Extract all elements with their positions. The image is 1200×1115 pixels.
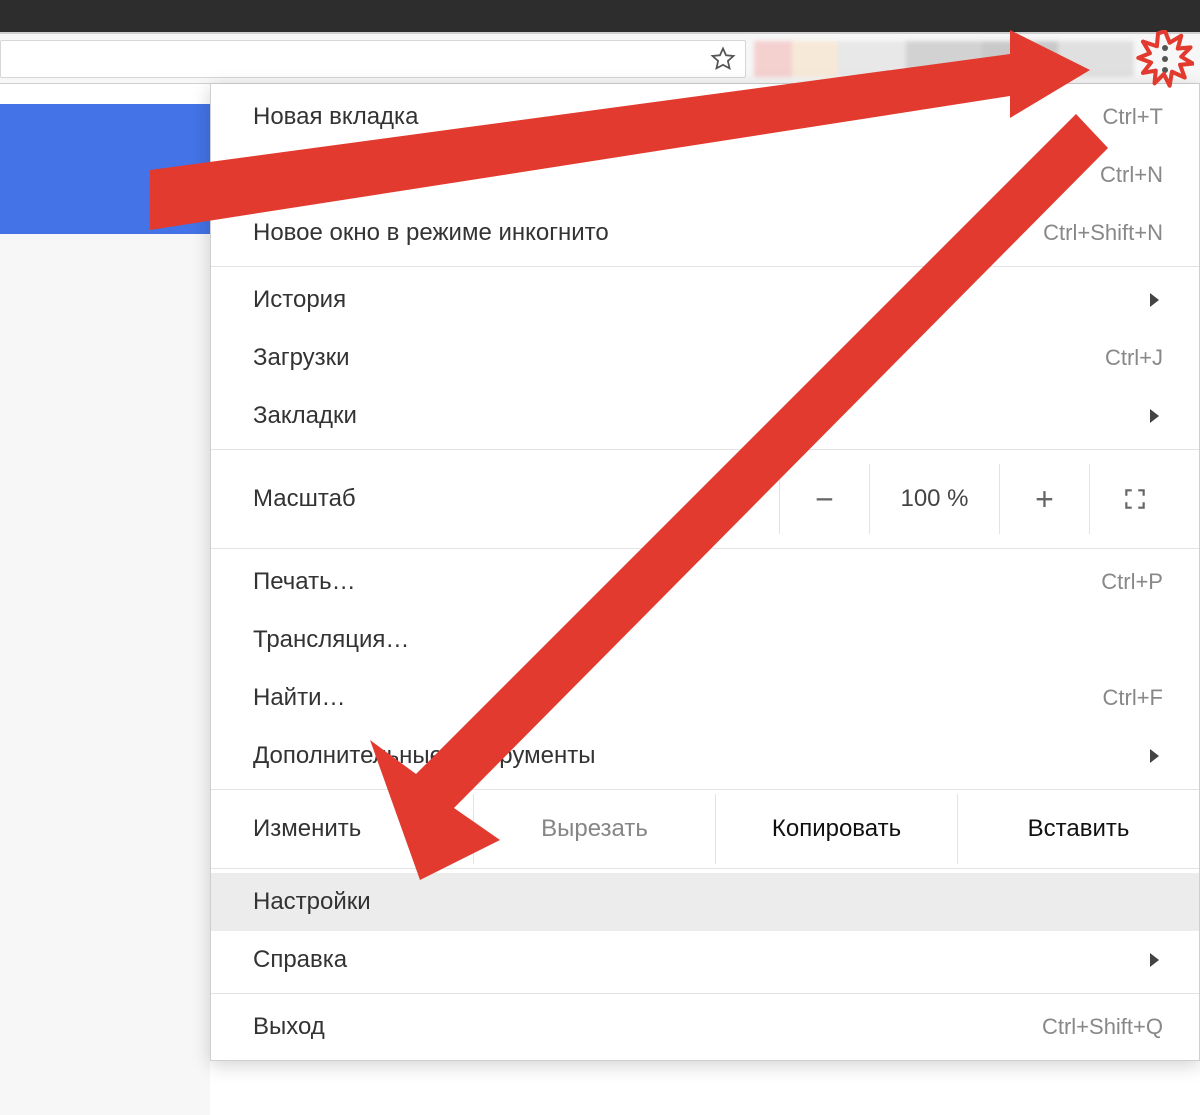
- menu-item-label: Трансляция…: [253, 626, 409, 654]
- menu-item-cast[interactable]: Трансляция…: [211, 611, 1199, 669]
- zoom-label: Масштаб: [253, 485, 356, 513]
- menu-item-find[interactable]: Найти… Ctrl+F: [211, 669, 1199, 727]
- menu-item-label: Загрузки: [253, 344, 350, 372]
- menu-item-exit[interactable]: Выход Ctrl+Shift+Q: [211, 998, 1199, 1056]
- extensions-area: [754, 41, 1134, 77]
- menu-item-tools[interactable]: Дополнительные инструменты: [211, 727, 1199, 785]
- menu-item-history[interactable]: История: [211, 271, 1199, 329]
- browser-toolbar: [0, 34, 1200, 84]
- menu-item-shortcut: Ctrl+J: [1105, 345, 1163, 371]
- menu-item-shortcut: Ctrl+T: [1103, 104, 1164, 130]
- copy-button[interactable]: Копировать: [715, 794, 957, 864]
- menu-item-label: История: [253, 286, 346, 314]
- menu-item-label: Новое окно: [253, 161, 380, 189]
- chrome-menu-button[interactable]: [1162, 45, 1168, 73]
- menu-item-edit: Изменить Вырезать Копировать Вставить: [211, 794, 1199, 864]
- menu-item-downloads[interactable]: Загрузки Ctrl+J: [211, 329, 1199, 387]
- menu-item-label: Выход: [253, 1013, 325, 1041]
- fullscreen-icon: [1122, 486, 1148, 512]
- page-header-blue: [0, 104, 210, 234]
- menu-item-label: Закладки: [253, 402, 357, 430]
- menu-item-shortcut: Ctrl+F: [1103, 685, 1164, 711]
- chevron-right-icon: [1150, 409, 1159, 423]
- browser-window: Новая вкладка Ctrl+T Новое окно Ctrl+N Н…: [0, 32, 1200, 1115]
- cut-button[interactable]: Вырезать: [473, 794, 715, 864]
- menu-item-label: Найти…: [253, 684, 345, 712]
- menu-item-shortcut: Ctrl+Shift+Q: [1042, 1014, 1163, 1040]
- chrome-menu-button-wrap: [1142, 36, 1188, 82]
- zoom-controls: − 100 % +: [779, 464, 1179, 534]
- menu-item-label: Настройки: [253, 888, 371, 916]
- menu-item-help[interactable]: Справка: [211, 931, 1199, 989]
- chevron-right-icon: [1150, 293, 1159, 307]
- menu-item-bookmarks[interactable]: Закладки: [211, 387, 1199, 445]
- chevron-right-icon: [1150, 953, 1159, 967]
- zoom-in-button[interactable]: +: [999, 464, 1089, 534]
- edit-label: Изменить: [253, 815, 473, 843]
- star-icon: [709, 45, 737, 73]
- address-bar[interactable]: [0, 40, 746, 78]
- fullscreen-button[interactable]: [1089, 464, 1179, 534]
- menu-item-settings[interactable]: Настройки: [211, 873, 1199, 931]
- paste-button[interactable]: Вставить: [957, 794, 1199, 864]
- chevron-right-icon: [1150, 749, 1159, 763]
- menu-item-incognito[interactable]: Новое окно в режиме инкогнито Ctrl+Shift…: [211, 204, 1199, 262]
- menu-item-shortcut: Ctrl+N: [1100, 162, 1163, 188]
- menu-item-zoom: Масштаб − 100 % +: [211, 454, 1199, 544]
- page-content: Новая вкладка Ctrl+T Новое окно Ctrl+N Н…: [0, 84, 1200, 1115]
- menu-item-print[interactable]: Печать… Ctrl+P: [211, 553, 1199, 611]
- menu-item-label: Новая вкладка: [253, 103, 418, 131]
- menu-item-new-tab[interactable]: Новая вкладка Ctrl+T: [211, 88, 1199, 146]
- menu-item-new-window[interactable]: Новое окно Ctrl+N: [211, 146, 1199, 204]
- menu-item-shortcut: Ctrl+Shift+N: [1043, 220, 1163, 246]
- menu-item-shortcut: Ctrl+P: [1101, 569, 1163, 595]
- menu-item-label: Справка: [253, 946, 347, 974]
- menu-item-label: Печать…: [253, 568, 356, 596]
- zoom-value: 100 %: [869, 464, 999, 534]
- page-body-gray: [0, 234, 210, 1115]
- menu-item-label: Новое окно в режиме инкогнито: [253, 219, 609, 247]
- menu-item-label: Дополнительные инструменты: [253, 742, 595, 770]
- chrome-main-menu: Новая вкладка Ctrl+T Новое окно Ctrl+N Н…: [210, 84, 1200, 1061]
- bookmark-star-button[interactable]: [709, 45, 737, 73]
- zoom-out-button[interactable]: −: [779, 464, 869, 534]
